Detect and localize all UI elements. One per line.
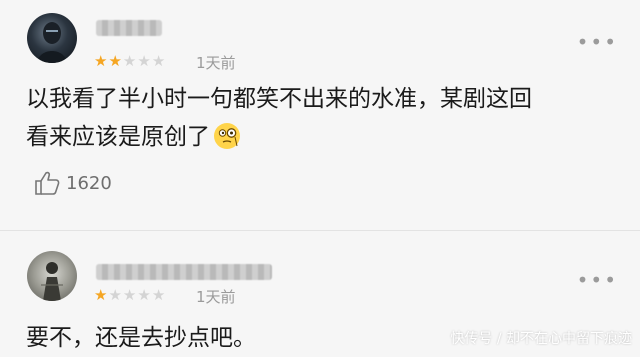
username-blurred[interactable]	[96, 264, 272, 280]
star-icon: ★	[94, 286, 109, 304]
comment-time: 1天前	[196, 54, 236, 72]
like-count: 1620	[66, 172, 112, 194]
star-icon: ★	[137, 286, 152, 304]
rating-stars: ★★★★★	[94, 52, 166, 70]
more-options-icon[interactable]: •••	[577, 32, 618, 52]
comment-content: 以我看了半小时一句都笑不出来的水准，某剧这回 看来应该是原创了	[26, 80, 616, 156]
star-icon: ★	[94, 52, 109, 70]
comment-time: 1天前	[196, 288, 236, 306]
more-options-icon[interactable]: •••	[577, 270, 618, 290]
comment-content: 要不，还是去抄点吧。	[26, 319, 426, 357]
avatar[interactable]	[27, 13, 77, 63]
star-icon: ★	[151, 286, 167, 304]
rating-stars: ★★★★★	[94, 286, 166, 304]
star-icon: ★	[122, 286, 138, 304]
thinking-face-icon	[214, 122, 240, 149]
avatar[interactable]	[27, 251, 77, 301]
star-icon: ★	[151, 52, 167, 70]
comment-text-line: 要不，还是去抄点吧。	[26, 325, 256, 351]
like-button[interactable]: 1620	[33, 170, 112, 196]
star-icon: ★	[137, 52, 152, 70]
username-blurred[interactable]	[96, 20, 162, 36]
comment-text-line: 以我看了半小时一句都笑不出来的水准，某剧这回	[26, 86, 532, 112]
star-icon: ★	[108, 286, 123, 304]
comment-item: ★★★★★ 1天前 ••• 以我看了半小时一句都笑不出来的水准，某剧这回 看来应…	[0, 0, 640, 230]
star-icon: ★	[122, 52, 138, 70]
thumbs-up-icon	[35, 171, 60, 195]
star-icon: ★	[108, 52, 123, 70]
watermark: 快传号 / 却不在心中留下痕迹	[450, 331, 632, 347]
comment-text-line: 看来应该是原创了	[26, 118, 616, 156]
